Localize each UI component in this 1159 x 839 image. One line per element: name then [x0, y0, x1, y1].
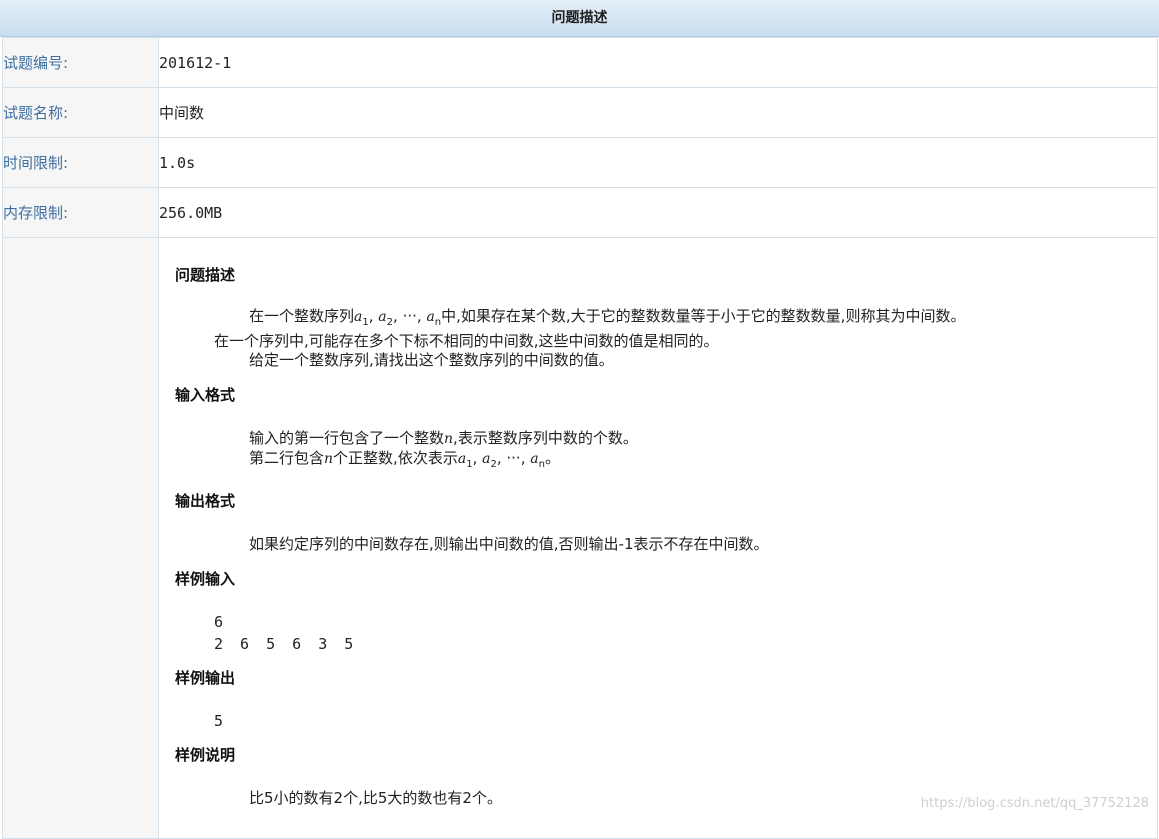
sample-explanation-heading: 样例说明: [175, 746, 236, 764]
problem-info-table: 试题编号: 201612-1 试题名称: 中间数 时间限制: 1.0s 内存限制…: [2, 37, 1158, 839]
sample-input-heading: 样例输入: [175, 570, 236, 588]
name-value: 中间数: [158, 87, 1158, 138]
description-heading: 问题描述: [175, 266, 236, 284]
name-label: 试题名称:: [2, 87, 159, 138]
sample-output-line-1: 5: [214, 712, 224, 730]
sample-input-line-1: 6: [214, 613, 224, 631]
memory-label: 内存限制:: [2, 187, 159, 238]
info-row-name: 试题名称: 中间数: [2, 87, 1158, 138]
watermark: https://blog.csdn.net/qq_37752128: [920, 796, 1149, 811]
id-value: 201612-1: [158, 37, 1158, 88]
description-paragraph-2: 在一个序列中,可能存在多个下标不相同的中间数,这些中间数的值是相同的。: [214, 332, 719, 350]
description-paragraph-1: 在一个整数序列a1, a2, ···, an中,如果存在某个数,大于它的整数数量…: [249, 307, 966, 328]
input-format-paragraph-1: 输入的第一行包含了一个整数n,表示整数序列中数的个数。: [249, 429, 638, 447]
info-row-id: 试题编号: 201612-1: [2, 37, 1158, 88]
sample-output-heading: 样例输出: [175, 669, 236, 687]
sample-input-line-2: 2 6 5 6 3 5: [214, 635, 357, 653]
section-title: 问题描述: [551, 10, 608, 26]
problem-content: 问题描述 在一个整数序列a1, a2, ···, an中,如果存在某个数,大于它…: [159, 238, 1157, 808]
info-row-time: 时间限制: 1.0s: [2, 137, 1158, 188]
time-label: 时间限制:: [2, 137, 159, 188]
description-paragraph-3: 给定一个整数序列,请找出这个整数序列的中间数的值。: [249, 351, 614, 369]
input-format-heading: 输入格式: [175, 386, 236, 404]
id-label: 试题编号:: [2, 37, 159, 88]
description-label-cell: [2, 237, 159, 839]
info-row-description: 问题描述 在一个整数序列a1, a2, ···, an中,如果存在某个数,大于它…: [2, 237, 1158, 839]
description-cell: 问题描述 在一个整数序列a1, a2, ···, an中,如果存在某个数,大于它…: [158, 237, 1158, 839]
section-header: 问题描述: [0, 0, 1159, 37]
output-format-paragraph: 如果约定序列的中间数存在,则输出中间数的值,否则输出-1表示不存在中间数。: [249, 535, 769, 553]
memory-value: 256.0MB: [158, 187, 1158, 238]
output-format-heading: 输出格式: [175, 492, 236, 510]
input-format-paragraph-2: 第二行包含n个正整数,依次表示a1, a2, ···, an。: [249, 449, 560, 470]
info-row-memory: 内存限制: 256.0MB: [2, 187, 1158, 238]
time-value: 1.0s: [158, 137, 1158, 188]
